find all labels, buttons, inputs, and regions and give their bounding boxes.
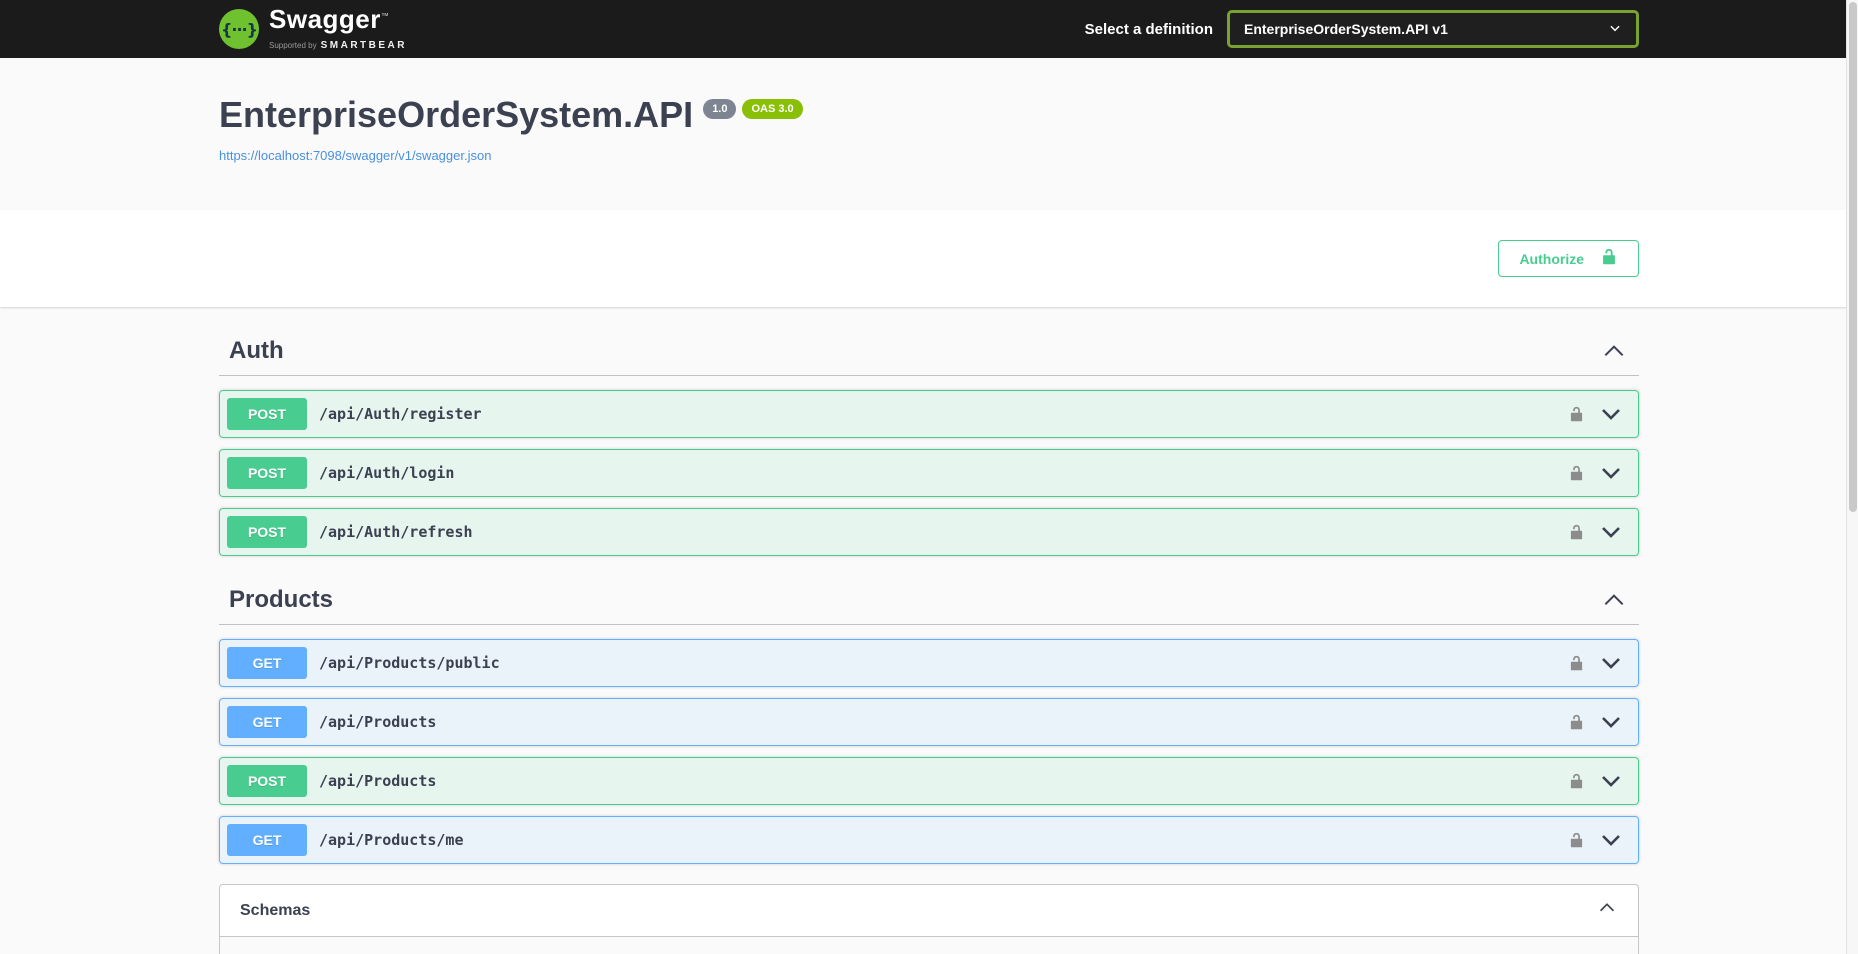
method-badge: GET bbox=[227, 647, 307, 680]
section-auth: Auth POST/api/Auth/register POST/api/Auth/… bbox=[219, 327, 1639, 557]
operation-post-api-Auth-refresh: POST/api/Auth/refresh bbox=[219, 508, 1639, 557]
section-title: Auth bbox=[229, 337, 284, 365]
unlocked-padlock-icon bbox=[1600, 248, 1618, 269]
authorization-lock-icon[interactable] bbox=[1568, 830, 1585, 851]
page-title: EnterpriseOrderSystem.API 1.0 OAS 3.0 bbox=[219, 93, 1639, 136]
select-definition-label: Select a definition bbox=[1084, 20, 1213, 38]
operation-controls bbox=[1568, 769, 1631, 793]
method-badge: GET bbox=[227, 824, 307, 857]
smartbear-attribution: Supported by SMARTBEAR bbox=[269, 35, 407, 53]
title-badges: 1.0 OAS 3.0 bbox=[703, 99, 803, 120]
authorize-button[interactable]: Authorize bbox=[1498, 240, 1639, 278]
operation-path: /api/Auth/refresh bbox=[319, 523, 473, 542]
method-badge: POST bbox=[227, 765, 307, 798]
operation-path: /api/Auth/register bbox=[319, 405, 482, 424]
chevron-down-icon[interactable] bbox=[1599, 520, 1623, 544]
scrollbar-thumb[interactable] bbox=[1849, 2, 1857, 512]
operation-post-api-Auth-register: POST/api/Auth/register bbox=[219, 390, 1639, 439]
chevron-up-icon bbox=[1601, 587, 1627, 613]
version-badge: 1.0 bbox=[703, 99, 737, 120]
chevron-down-icon[interactable] bbox=[1599, 769, 1623, 793]
operation-post-api-Auth-login: POST/api/Auth/login bbox=[219, 449, 1639, 498]
operation-summary[interactable]: POST/api/Products bbox=[220, 758, 1638, 804]
swagger-logo[interactable]: {···} Swagger™ Supported by SMARTBEAR bbox=[219, 5, 407, 52]
smartbear-text: SMARTBEAR bbox=[320, 40, 407, 51]
authorization-lock-icon[interactable] bbox=[1568, 712, 1585, 733]
operation-controls bbox=[1568, 461, 1631, 485]
operation-summary[interactable]: GET/api/Products/public bbox=[220, 640, 1638, 686]
chevron-down-icon[interactable] bbox=[1599, 710, 1623, 734]
chevron-down-icon[interactable] bbox=[1599, 828, 1623, 852]
section-header-auth[interactable]: Auth bbox=[219, 327, 1639, 377]
scheme-container: Authorize bbox=[0, 210, 1858, 308]
oas-badge: OAS 3.0 bbox=[742, 99, 803, 120]
api-title-text: EnterpriseOrderSystem.API bbox=[219, 94, 694, 135]
operation-path: /api/Products/public bbox=[319, 654, 500, 673]
operation-controls bbox=[1568, 651, 1631, 675]
authorization-lock-icon[interactable] bbox=[1568, 653, 1585, 674]
schemas-title: Schemas bbox=[240, 901, 311, 919]
trademark-symbol: ™ bbox=[380, 11, 390, 21]
operation-get-api-Products: GET/api/Products bbox=[219, 698, 1639, 747]
selected-definition-value: EnterpriseOrderSystem.API v1 bbox=[1244, 21, 1448, 37]
definition-select[interactable]: EnterpriseOrderSystem.API v1 bbox=[1227, 10, 1639, 48]
operation-get-api-Products-public: GET/api/Products/public bbox=[219, 639, 1639, 688]
schemas-section: Schemas bbox=[199, 884, 1659, 954]
operation-summary[interactable]: POST/api/Auth/login bbox=[220, 450, 1638, 496]
operation-path: /api/Products/me bbox=[319, 831, 464, 850]
section-header-products[interactable]: Products bbox=[219, 576, 1639, 626]
section-products: Products GET/api/Products/public GET/api/P… bbox=[219, 576, 1639, 865]
method-badge: POST bbox=[227, 516, 307, 549]
operations-list: Auth POST/api/Auth/register POST/api/Auth/… bbox=[199, 307, 1659, 865]
spec-url-link[interactable]: https://localhost:7098/swagger/v1/swagge… bbox=[219, 148, 491, 163]
definition-selector-area: Select a definition EnterpriseOrderSyste… bbox=[1085, 10, 1639, 48]
operation-summary[interactable]: GET/api/Products bbox=[220, 699, 1638, 745]
chevron-down-icon[interactable] bbox=[1599, 651, 1623, 675]
schemas-box: Schemas bbox=[219, 884, 1639, 954]
chevron-down-icon bbox=[1608, 21, 1622, 38]
operation-path: /api/Auth/login bbox=[319, 464, 455, 483]
swagger-logo-icon: {···} bbox=[219, 9, 259, 49]
operation-controls bbox=[1568, 710, 1631, 734]
authorize-label: Authorize bbox=[1519, 250, 1584, 267]
method-badge: POST bbox=[227, 457, 307, 490]
authorization-lock-icon[interactable] bbox=[1568, 404, 1585, 425]
chevron-down-icon[interactable] bbox=[1599, 461, 1623, 485]
chevron-down-icon[interactable] bbox=[1599, 402, 1623, 426]
operation-summary[interactable]: POST/api/Auth/refresh bbox=[220, 509, 1638, 555]
operation-summary[interactable]: GET/api/Products/me bbox=[220, 817, 1638, 863]
operation-controls bbox=[1568, 520, 1631, 544]
method-badge: GET bbox=[227, 706, 307, 739]
authorization-lock-icon[interactable] bbox=[1568, 771, 1585, 792]
vertical-scrollbar[interactable] bbox=[1846, 0, 1858, 954]
operation-controls bbox=[1568, 828, 1631, 852]
section-title: Products bbox=[229, 586, 334, 614]
authorization-lock-icon[interactable] bbox=[1568, 463, 1585, 484]
operation-path: /api/Products bbox=[319, 713, 437, 732]
operation-get-api-Products-me: GET/api/Products/me bbox=[219, 816, 1639, 865]
chevron-up-icon bbox=[1596, 897, 1618, 924]
topbar: {···} Swagger™ Supported by SMARTBEAR Sel… bbox=[0, 0, 1858, 58]
operation-summary[interactable]: POST/api/Auth/register bbox=[220, 391, 1638, 437]
supported-by-text: Supported by bbox=[269, 41, 317, 50]
operation-post-api-Products: POST/api/Products bbox=[219, 757, 1639, 806]
chevron-up-icon bbox=[1601, 338, 1627, 364]
operation-controls bbox=[1568, 402, 1631, 426]
method-badge: POST bbox=[227, 398, 307, 431]
authorization-lock-icon[interactable] bbox=[1568, 522, 1585, 543]
schemas-header[interactable]: Schemas bbox=[220, 885, 1638, 938]
swagger-brand-text: Swagger™ bbox=[269, 4, 390, 35]
schemas-body bbox=[220, 937, 1638, 954]
swagger-ui-page: {···} Swagger™ Supported by SMARTBEAR Sel… bbox=[0, 0, 1858, 954]
operation-path: /api/Products bbox=[319, 772, 437, 791]
api-info-section: EnterpriseOrderSystem.API 1.0 OAS 3.0 ht… bbox=[0, 58, 1858, 211]
